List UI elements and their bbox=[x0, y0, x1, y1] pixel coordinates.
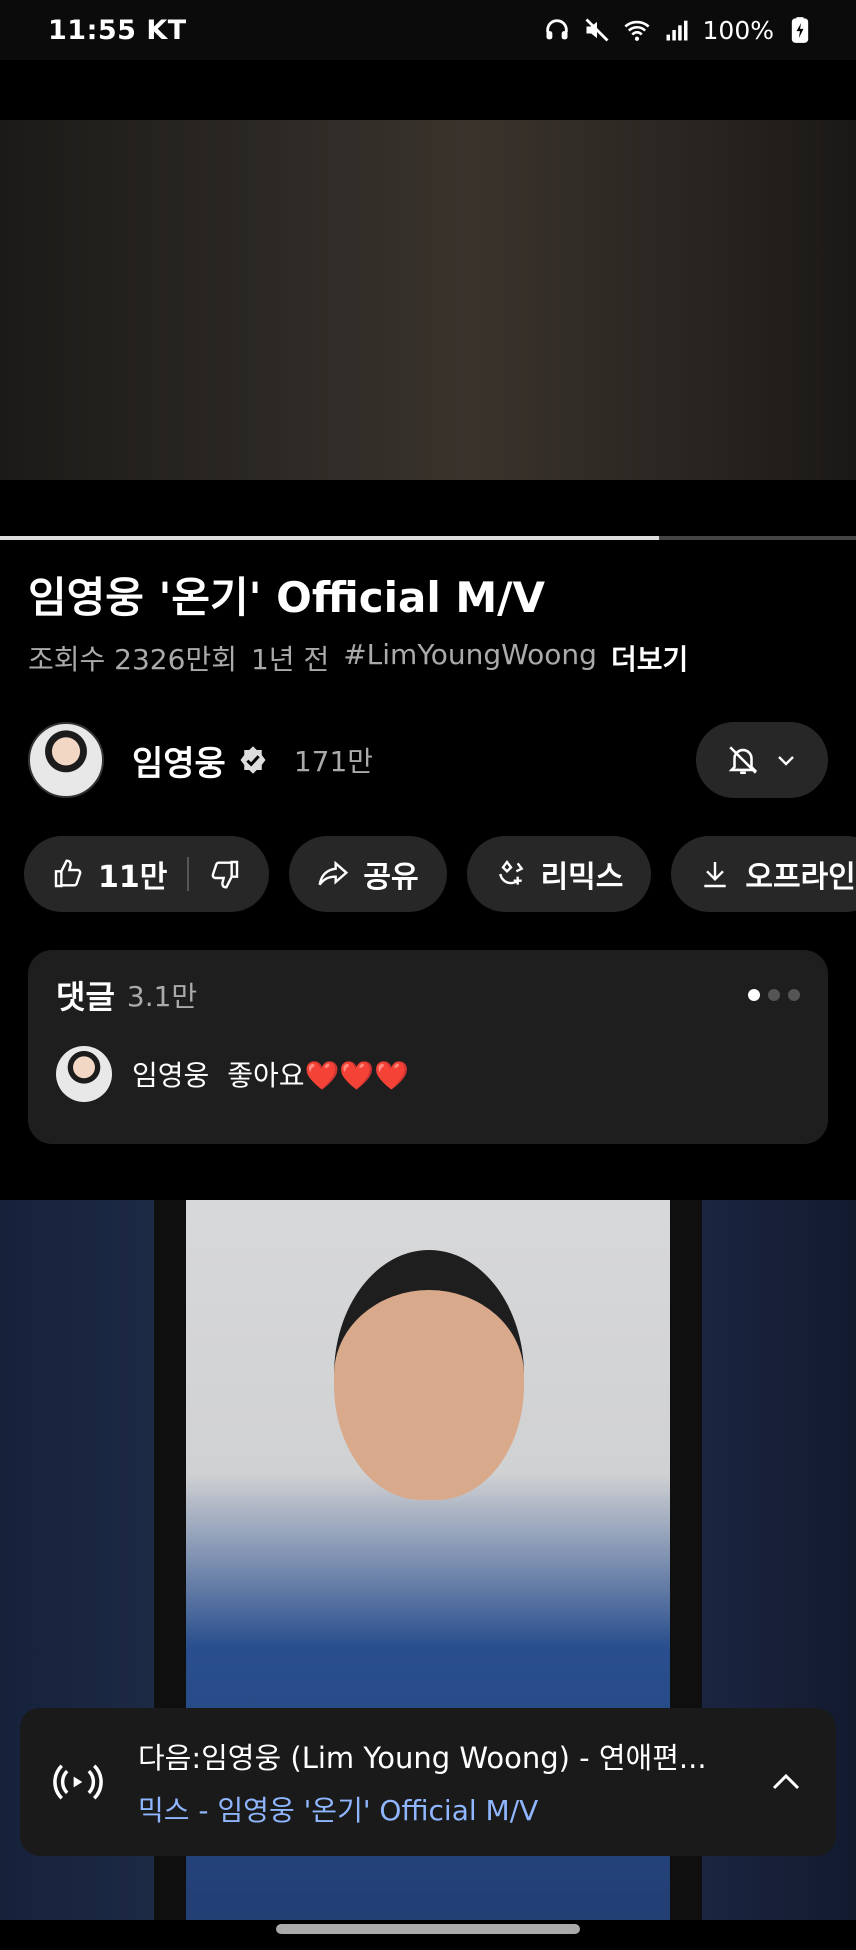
remix-button[interactable]: 리믹스 bbox=[466, 836, 652, 912]
comments-header: 댓글 3.1만 bbox=[56, 972, 800, 1018]
chevron-up-icon[interactable] bbox=[768, 1764, 804, 1800]
comment-author: 임영웅 bbox=[132, 1059, 210, 1092]
status-bar: 11:55 KT 100% bbox=[0, 0, 856, 60]
share-label: 공유 bbox=[363, 860, 419, 895]
channel-row: 임영웅 171만 bbox=[28, 720, 828, 800]
video-title[interactable]: 임영웅 '온기' Official M/V bbox=[28, 570, 828, 626]
wifi-icon bbox=[623, 20, 650, 41]
notification-bell-button[interactable] bbox=[696, 722, 828, 798]
share-button[interactable]: 공유 bbox=[289, 836, 447, 912]
hashtag[interactable]: #LimYoungWoong bbox=[343, 638, 597, 678]
channel-name[interactable]: 임영웅 bbox=[132, 736, 226, 785]
up-next-playlist: 믹스 - 임영웅 '온기' Official M/V bbox=[138, 1794, 539, 1827]
radio-icon bbox=[53, 1764, 103, 1800]
upload-age: 1년 전 bbox=[250, 643, 330, 676]
home-indicator[interactable] bbox=[276, 1924, 580, 1934]
verified-icon bbox=[240, 746, 266, 774]
progress-fill bbox=[0, 536, 660, 540]
status-time: 11:55 bbox=[48, 14, 137, 46]
video-meta[interactable]: 조회수 2326만회 1년 전 #LimYoungWoong 더보기 bbox=[28, 638, 828, 678]
download-icon bbox=[704, 862, 727, 888]
signal-icon bbox=[666, 20, 688, 41]
view-count: 조회수 2326만회 bbox=[28, 643, 237, 676]
like-icon[interactable] bbox=[52, 858, 84, 890]
up-next-title: 다음:임영웅 (Lim Young Woong) - 연애편... bbox=[138, 1741, 707, 1775]
pager-dots bbox=[748, 989, 800, 1001]
like-dislike-chip: 11만 bbox=[24, 836, 270, 912]
chevron-down-icon bbox=[778, 756, 794, 766]
battery-icon bbox=[791, 17, 809, 43]
bell-off-icon bbox=[728, 746, 758, 775]
up-next-bar[interactable]: 다음:임영웅 (Lim Young Woong) - 연애편... 믹스 - 임… bbox=[20, 1708, 836, 1856]
video-frame[interactable] bbox=[0, 120, 856, 480]
subscriber-count: 171만 bbox=[293, 745, 374, 778]
like-count[interactable]: 11만 bbox=[98, 852, 167, 896]
progress-bar[interactable] bbox=[0, 536, 856, 540]
up-next-text: 다음:임영웅 (Lim Young Woong) - 연애편... 믹스 - 임… bbox=[138, 1735, 768, 1829]
pager-dot bbox=[768, 989, 780, 1001]
video-info: 임영웅 '온기' Official M/V 조회수 2326만회 1년 전 #L… bbox=[28, 570, 828, 678]
dislike-icon[interactable] bbox=[209, 858, 241, 890]
top-comment: 임영웅 좋아요❤️❤️❤️ bbox=[56, 1046, 800, 1102]
pager-dot-active bbox=[748, 989, 760, 1001]
remix-icon bbox=[498, 860, 524, 885]
offline-label: 오프라인 bbox=[745, 860, 856, 895]
portrait-head bbox=[334, 1250, 524, 1500]
mute-icon bbox=[585, 18, 609, 42]
video-player[interactable] bbox=[0, 120, 856, 540]
more-button[interactable]: 더보기 bbox=[611, 638, 688, 678]
comment-text: 좋아요❤️❤️❤️ bbox=[227, 1059, 410, 1092]
comment-avatar bbox=[56, 1046, 112, 1102]
remix-label: 리믹스 bbox=[540, 860, 624, 895]
comments-label: 댓글 bbox=[56, 978, 115, 1016]
status-carrier: KT bbox=[146, 14, 187, 46]
status-time-carrier: 11:55 KT bbox=[48, 15, 187, 46]
comments-count: 3.1만 bbox=[126, 980, 198, 1013]
like-divider bbox=[187, 857, 190, 891]
offline-button[interactable]: 오프라인 bbox=[671, 836, 856, 912]
channel-avatar[interactable] bbox=[28, 722, 104, 798]
status-icons: 100% bbox=[543, 16, 814, 45]
battery-percent: 100% bbox=[702, 15, 774, 45]
actions-row: 11만 공유 리믹스 오프라인 bbox=[24, 836, 856, 912]
pager-dot bbox=[788, 989, 800, 1001]
share-icon bbox=[318, 860, 349, 886]
comments-card[interactable]: 댓글 3.1만 임영웅 좋아요❤️❤️❤️ bbox=[28, 950, 828, 1144]
headphones-icon bbox=[545, 19, 568, 40]
